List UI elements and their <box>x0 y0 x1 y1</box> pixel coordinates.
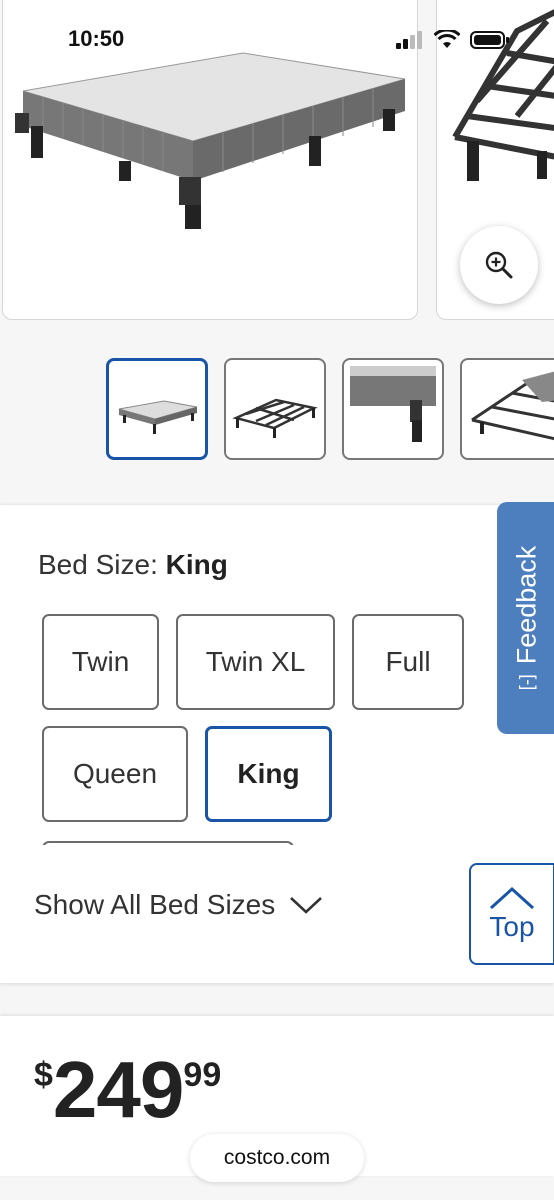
thumbnail-frame-detail-icon <box>471 371 554 441</box>
size-option-twin[interactable]: Twin <box>42 614 159 710</box>
options-fade-mask <box>0 845 554 865</box>
price-cents: 99 <box>183 1056 222 1094</box>
feedback-collapse-icon: [-] <box>516 674 537 691</box>
thumbnail-strip[interactable] <box>106 358 554 462</box>
bed-foundation-illustration <box>15 52 406 229</box>
back-to-top-label: Top <box>489 911 535 942</box>
price-currency: $ <box>34 1056 53 1094</box>
thumbnail-4[interactable] <box>460 358 554 460</box>
size-option-queen[interactable]: Queen <box>42 726 188 822</box>
size-option-full[interactable]: Full <box>352 614 464 710</box>
chevron-down-icon <box>290 897 323 914</box>
thumbnail-3[interactable] <box>342 358 444 460</box>
size-option-king[interactable]: King <box>205 726 332 822</box>
zoom-button[interactable] <box>460 226 538 304</box>
bed-size-label: Bed Size: King <box>38 549 228 581</box>
url-domain: costco.com <box>223 1146 331 1169</box>
feedback-tab[interactable]: [-] Feedback <box>497 502 554 734</box>
zoom-in-icon <box>485 251 513 279</box>
show-all-sizes-label: Show All Bed Sizes <box>34 889 276 920</box>
product-image-foundation[interactable] <box>2 0 418 320</box>
thumbnail-2[interactable] <box>224 358 326 460</box>
product-price: $ 249 99 <box>34 1050 221 1130</box>
chevron-up-icon <box>489 886 535 910</box>
thumbnail-corner-icon <box>350 366 436 442</box>
bed-size-selected-value: King <box>165 549 228 580</box>
thumbnail-frame-icon <box>232 398 318 438</box>
image-carousel[interactable] <box>0 0 554 330</box>
back-to-top-button[interactable]: Top <box>469 863 554 965</box>
thumbnail-1[interactable] <box>106 358 208 460</box>
browser-url-bar[interactable]: costco.com <box>190 1134 364 1182</box>
feedback-label: Feedback <box>511 545 542 665</box>
bed-size-label-text: Bed Size: <box>38 549 158 580</box>
show-all-sizes-toggle[interactable]: Show All Bed Sizes <box>34 889 323 921</box>
size-option-twin-xl[interactable]: Twin XL <box>176 614 335 710</box>
price-whole: 249 <box>52 1045 184 1134</box>
thumbnail-foundation-icon <box>118 400 198 434</box>
